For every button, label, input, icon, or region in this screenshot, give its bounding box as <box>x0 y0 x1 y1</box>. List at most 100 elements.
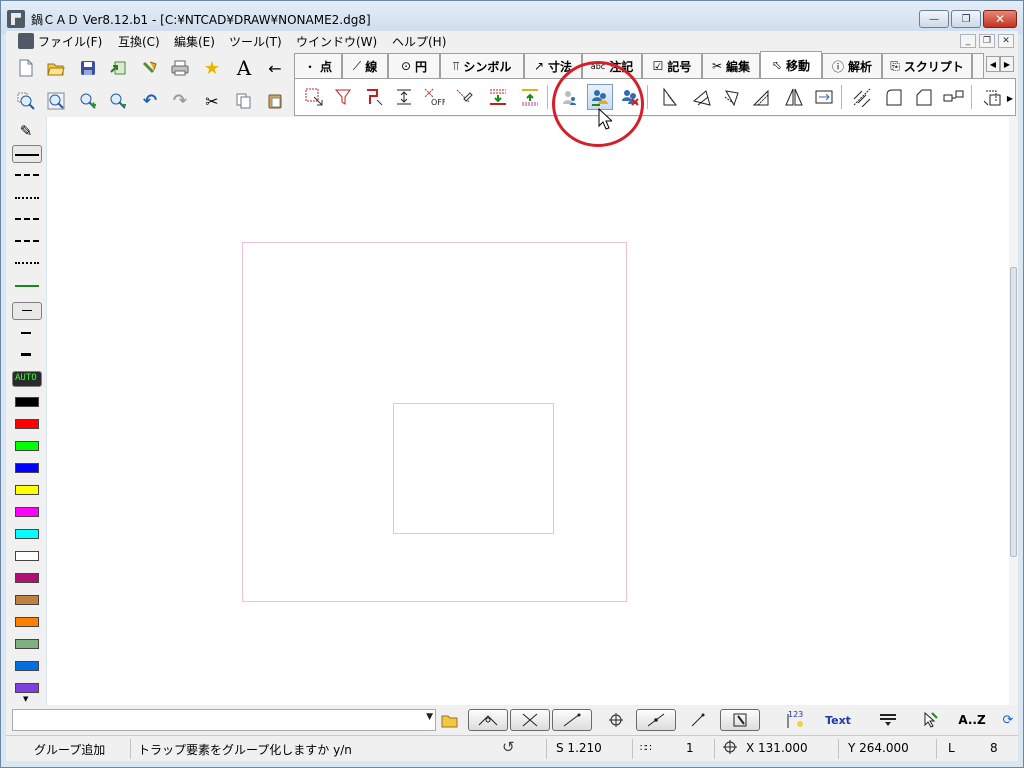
color-swatch[interactable] <box>15 639 39 649</box>
line-type-solid-button[interactable] <box>12 145 42 163</box>
favorite-star-icon[interactable]: ★ <box>200 56 224 80</box>
color-swatch[interactable] <box>15 529 39 539</box>
dash-double-dot-line-option[interactable] <box>15 240 39 242</box>
menu-file[interactable]: ファイル(F) <box>38 33 102 50</box>
import-icon[interactable] <box>138 56 162 80</box>
select-cursor-icon[interactable] <box>918 709 942 731</box>
parallel-lines-icon[interactable] <box>849 84 875 110</box>
eyedropper-icon[interactable]: ✎ <box>14 119 38 143</box>
menu-compat[interactable]: 互換(C) <box>118 33 160 50</box>
menu-edit[interactable]: 編集(E) <box>174 33 215 50</box>
color-swatch[interactable] <box>15 485 39 495</box>
print-icon[interactable] <box>168 56 192 80</box>
snap-free-icon[interactable] <box>686 709 710 731</box>
color-swatch[interactable] <box>15 595 39 605</box>
mirror-icon[interactable] <box>781 84 807 110</box>
rotate-copy-icon[interactable] <box>719 84 745 110</box>
tab-edit[interactable]: ✂ 編集 <box>702 53 760 78</box>
command-overflow-icon[interactable]: ▶ <box>1003 90 1017 106</box>
cut-icon[interactable]: ✂ <box>200 89 224 113</box>
color-swatch[interactable] <box>15 441 39 451</box>
minimize-button[interactable]: — <box>919 10 949 28</box>
copy-icon[interactable] <box>232 89 256 113</box>
text-font-icon[interactable]: A <box>232 56 256 80</box>
zoom-in-icon[interactable] <box>76 89 100 113</box>
rotate-triangle-icon[interactable] <box>689 84 715 110</box>
paste-icon[interactable] <box>263 89 287 113</box>
app-icon[interactable] <box>7 10 25 28</box>
polyline-select-icon[interactable] <box>361 84 387 110</box>
open-folder-icon[interactable] <box>44 56 68 80</box>
snap-center-icon[interactable] <box>604 709 628 731</box>
tab-scroll-left-icon[interactable]: ◀ <box>986 56 1000 72</box>
palette-scroll-down-icon[interactable]: ▼ <box>23 695 28 703</box>
tab-line[interactable]: ⟋ 線 <box>342 53 388 78</box>
menu-window[interactable]: ウインドウ(W) <box>296 33 377 50</box>
vertical-scrollbar[interactable] <box>1009 117 1018 705</box>
width-medium-option[interactable] <box>21 332 31 334</box>
select-window-icon[interactable] <box>301 84 327 110</box>
command-combo[interactable]: ▼ <box>12 709 436 731</box>
auto-color-button[interactable]: AUTO <box>12 371 42 387</box>
scrollbar-thumb[interactable] <box>1010 267 1017 557</box>
back-arrow-icon[interactable]: ← <box>263 56 287 80</box>
grid-dots-icon[interactable]: ∷∷ <box>640 743 652 754</box>
inner-rectangle-shape[interactable] <box>393 403 554 534</box>
vertical-dimension-icon[interactable] <box>391 84 417 110</box>
tab-move[interactable]: ⬁ 移動 <box>760 51 822 78</box>
refresh-icon[interactable]: ⟳ <box>1000 709 1016 731</box>
open-folder-icon[interactable] <box>438 709 462 731</box>
redo-icon[interactable]: ↷ <box>168 89 192 113</box>
snap-intersection-button[interactable] <box>468 709 508 731</box>
fillet-icon[interactable] <box>881 84 907 110</box>
array-icon[interactable] <box>811 84 837 110</box>
text-snap-button[interactable]: Text <box>824 709 852 731</box>
new-file-icon[interactable] <box>14 56 38 80</box>
layer-up-icon[interactable] <box>517 84 543 110</box>
width-thick-option[interactable] <box>21 353 31 356</box>
filter-icon[interactable] <box>331 84 357 110</box>
snap-on-line-button[interactable] <box>636 709 676 731</box>
trap-off-icon[interactable]: OFF <box>421 84 447 110</box>
snap-endpoint-button[interactable] <box>552 709 592 731</box>
layer-filter-icon[interactable] <box>876 709 900 731</box>
tab-overflow[interactable] <box>972 53 984 78</box>
zoom-fit-icon[interactable] <box>44 89 68 113</box>
color-swatch[interactable] <box>15 661 39 671</box>
mdi-close-button[interactable]: ✕ <box>998 34 1014 48</box>
line-width-button[interactable] <box>12 302 42 320</box>
color-swatch[interactable] <box>15 397 39 407</box>
close-button[interactable]: ✕ <box>983 10 1017 28</box>
number-input-icon[interactable]: 123 <box>782 709 810 731</box>
zoom-out-icon[interactable] <box>106 89 130 113</box>
scale-icon[interactable] <box>749 84 775 110</box>
sort-button[interactable]: A..Z <box>956 709 988 731</box>
trap-clear-icon[interactable] <box>451 84 477 110</box>
tab-script[interactable]: ⎘ スクリプト <box>882 53 972 78</box>
snap-trap-button[interactable] <box>720 709 760 731</box>
save-icon[interactable] <box>76 56 100 80</box>
tab-symbol[interactable]: ⫪ シンボル <box>440 53 524 78</box>
color-swatch[interactable] <box>15 419 39 429</box>
mdi-minimize-button[interactable]: _ <box>960 34 976 48</box>
offset-icon[interactable] <box>941 84 967 110</box>
drawing-canvas[interactable] <box>47 117 1009 705</box>
color-swatch[interactable] <box>15 507 39 517</box>
chevron-down-icon[interactable]: ▼ <box>426 712 433 722</box>
layer-down-icon[interactable] <box>485 84 511 110</box>
chamfer-icon[interactable] <box>911 84 937 110</box>
color-swatch[interactable] <box>15 617 39 627</box>
menu-tools[interactable]: ツール(T) <box>229 33 282 50</box>
green-line-option[interactable] <box>15 285 39 287</box>
dotted-line-option[interactable] <box>15 197 39 199</box>
color-swatch[interactable] <box>15 573 39 583</box>
tab-analysis[interactable]: ⓘ 解析 <box>822 53 882 78</box>
color-swatch[interactable] <box>15 683 39 693</box>
tab-mark[interactable]: ☑ 記号 <box>642 53 702 78</box>
menu-help[interactable]: ヘルプ(H) <box>392 33 446 50</box>
color-swatch[interactable] <box>15 551 39 561</box>
undo-icon[interactable]: ↶ <box>138 89 162 113</box>
snap-cross-button[interactable] <box>510 709 550 731</box>
transform-icon[interactable] <box>979 84 1005 110</box>
dashed-line-option[interactable] <box>15 174 39 176</box>
